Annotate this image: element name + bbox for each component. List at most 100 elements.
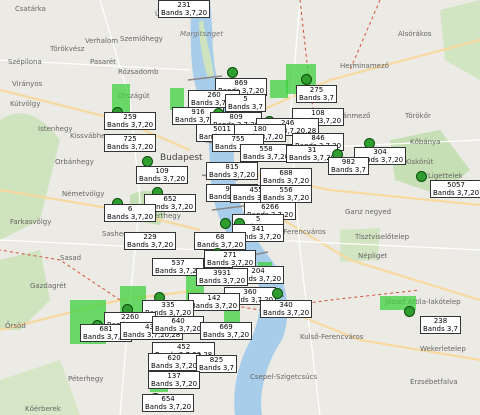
cell-site-label[interactable]: 137 Bands 3,7,20 <box>148 371 201 389</box>
cell-site-id: 620 <box>167 354 181 362</box>
cell-site-id: 669 <box>219 323 233 331</box>
place-label: Margitsziget <box>180 30 224 38</box>
cell-site-marker[interactable] <box>272 288 283 299</box>
cell-site-id: 688 <box>279 169 293 177</box>
cell-site-label[interactable]: 109 Bands 3,7,20 <box>136 166 189 184</box>
cell-site-bands: Bands 3,7,20 <box>263 309 310 317</box>
cell-site-label[interactable]: 259 Bands 3,7,20 <box>104 112 157 130</box>
cell-site-id: 275 <box>309 86 324 94</box>
cell-site-label[interactable]: 238 Bands 3,7 <box>420 316 461 334</box>
place-label: Sasad <box>60 254 82 262</box>
cell-site-label[interactable]: 275 Bands 3,7 <box>296 85 337 103</box>
cell-site-label[interactable]: 142 Bands 3,7,20 <box>188 293 241 311</box>
cell-site-label[interactable]: 982 Bands 3,7 <box>328 157 369 175</box>
cell-site-label[interactable]: 6 Bands 3,7,20 <box>104 204 157 222</box>
cell-site-marker[interactable] <box>227 67 238 78</box>
cell-site-label[interactable]: 725 Bands 3,7,20 <box>104 134 157 152</box>
map-base-layer <box>0 0 480 415</box>
cell-site-label[interactable]: 620 Bands 3,7,20 <box>148 353 201 371</box>
cell-site-bands: Bands 3,7,20 <box>433 189 480 197</box>
cell-site-id: 809 <box>229 113 243 121</box>
cell-site-id: 31 <box>307 146 317 154</box>
cell-site-label[interactable]: 5057 Bands 3,7,20 <box>430 180 480 198</box>
cell-site-bands: Bands 3,7,20 <box>155 325 202 333</box>
cell-site-id: 452 <box>176 343 191 351</box>
cell-site-id: 5 <box>243 95 248 103</box>
cell-site-id: 109 <box>155 167 169 175</box>
place-label: Ligettelek <box>428 172 463 180</box>
cell-site-id: 982 <box>341 158 356 166</box>
place-label: Pasarét <box>90 58 116 66</box>
place-label: Gazdagrét <box>30 282 67 290</box>
cell-site-id: 142 <box>207 294 221 302</box>
cell-site-bands: Bands 3,7,20 <box>145 403 192 411</box>
cell-site-bands: Bands 3,7,20 <box>107 213 154 221</box>
cell-site-id: 271 <box>223 251 237 259</box>
cell-site-label[interactable]: 340 Bands 3,7,20 <box>260 300 313 318</box>
cell-site-label[interactable]: 669 Bands 3,7,20 <box>200 322 253 340</box>
cell-site-bands: Bands 3,7,20 <box>243 153 290 161</box>
cell-site-label[interactable]: 556 Bands 3,7,20 <box>260 185 313 203</box>
cell-site-id: 340 <box>279 301 293 309</box>
cell-site-label[interactable]: 231 Bands 3,7,20 <box>158 0 211 18</box>
cell-site-bands: Bands 3,7,20 <box>107 143 154 151</box>
cell-site-id: 869 <box>234 79 248 87</box>
place-label: Verhalom <box>85 37 119 45</box>
cell-site-id: 229 <box>143 233 157 241</box>
cell-site-marker[interactable] <box>404 306 415 317</box>
place-label: Népliget <box>358 252 388 260</box>
cell-site-bands: Bands 3,7,20 <box>155 267 202 275</box>
cell-site-id: 6 <box>127 205 133 213</box>
cell-site-label[interactable]: 640 Bands 3,7,20 <box>152 316 205 334</box>
cell-site-label[interactable]: 688 Bands 3,7,20 <box>260 168 313 186</box>
cell-site-id: 259 <box>123 113 137 121</box>
cell-site-marker[interactable] <box>416 171 427 182</box>
cell-site-id: 238 <box>433 317 448 325</box>
cell-site-bands: Bands 3,7 <box>423 325 458 333</box>
cell-site-marker[interactable] <box>220 218 231 229</box>
cell-site-bands: Bands 3,7,20 <box>161 9 208 17</box>
cell-site-label[interactable]: 825 Bands 3,7 <box>196 355 237 373</box>
place-label: Ganz negyed <box>345 208 392 216</box>
cell-site-id: 3931 <box>213 269 231 277</box>
cell-site-id: 335 <box>161 301 175 309</box>
cell-site-label[interactable]: 5 Bands 3,7 <box>225 94 266 112</box>
cell-site-marker[interactable] <box>301 74 312 85</box>
cell-site-bands: Bands 3,7,20 <box>203 331 250 339</box>
cell-site-bands: Bands 3,7,20 <box>151 362 198 370</box>
place-label: Wekerletelep <box>420 345 466 353</box>
cell-site-label[interactable]: 3931 Bands 3,7,20 <box>196 268 249 286</box>
place-label: Őrsöd <box>5 322 26 330</box>
cell-site-label[interactable]: 654 Bands 3,7,20 <box>142 394 195 412</box>
place-label: Rózsadomb <box>118 68 159 76</box>
cell-site-label[interactable]: 815 Bands 3,7,20 <box>206 162 259 180</box>
cell-site-bands: Bands 3,7,20 <box>139 175 186 183</box>
cell-site-id: 180 <box>253 125 267 133</box>
cell-site-label[interactable]: 229 Bands 3,7,20 <box>124 232 177 250</box>
cell-site-id: 5057 <box>447 181 465 189</box>
cell-site-id: 6266 <box>261 203 279 211</box>
place-label: Törökvész <box>50 45 85 53</box>
place-label: Tisztviselőtelep <box>355 233 410 241</box>
cell-site-id: 725 <box>123 135 137 143</box>
cell-site-label[interactable]: 558 Bands 3,7,20 <box>240 144 293 162</box>
place-label: Szépilona <box>8 58 42 66</box>
place-label: Herminamező <box>340 62 389 70</box>
cell-site-bands: Bands 3,7,20 <box>199 277 246 285</box>
place-label: Kulső-Ferencváros <box>300 333 364 341</box>
cell-site-id: 815 <box>225 163 239 171</box>
place-label: Erzsébetfalva <box>410 378 458 386</box>
cell-site-id: 537 <box>171 259 185 267</box>
place-label: Csatárka <box>15 5 46 13</box>
cell-site-id: 654 <box>161 395 175 403</box>
cell-site-id: 640 <box>171 317 185 325</box>
cell-site-label[interactable]: 68 Bands 3,7,20 <box>194 232 247 250</box>
cell-site-id: 846 <box>311 134 325 142</box>
place-label: Péterhegy <box>68 375 104 383</box>
map-view[interactable]: CsatárkaÚjlakTörökvészVerhalomSzemlőhegy… <box>0 0 480 415</box>
cell-site-id: 137 <box>167 372 181 380</box>
cell-site-bands: Bands 3,7 <box>299 94 334 102</box>
cell-site-id: 231 <box>177 1 191 9</box>
place-label: Budapest <box>160 153 203 163</box>
coverage-area <box>270 80 288 98</box>
